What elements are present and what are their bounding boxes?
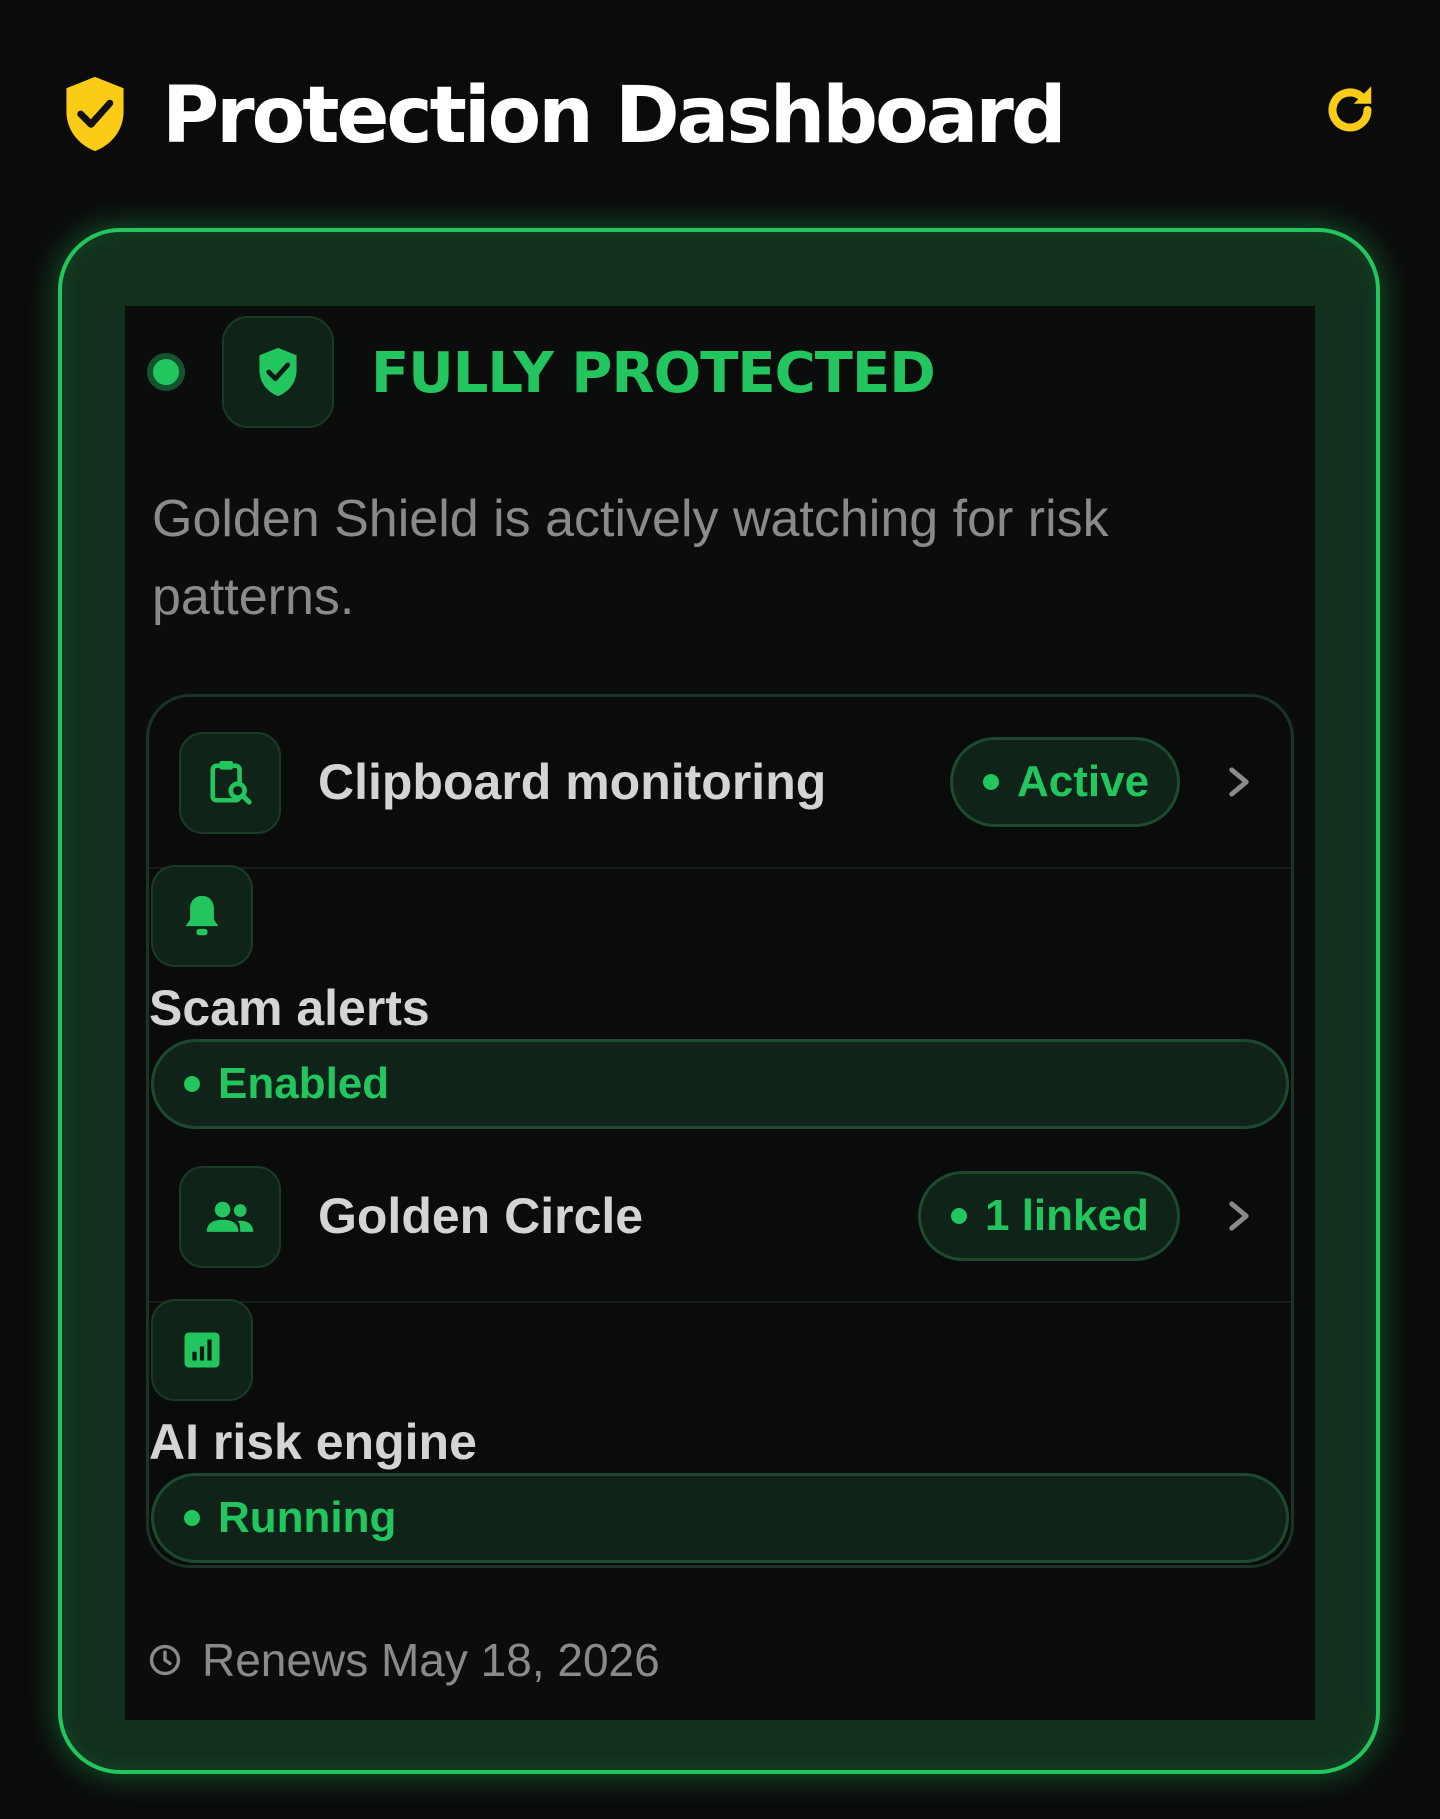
status-badge: 1 linked xyxy=(918,1171,1180,1261)
people-icon xyxy=(206,1201,254,1232)
feature-row-scam-alerts[interactable]: Scam alerts Enabled xyxy=(149,865,1291,1133)
feature-row-ai-risk-engine[interactable]: AI risk engine Running xyxy=(149,1299,1291,1567)
feature-icon-box xyxy=(151,1299,253,1401)
renewal-date: Renews May 18, 2026 xyxy=(202,1634,660,1686)
feature-label: Clipboard monitoring xyxy=(318,754,827,810)
feature-row-golden-circle[interactable]: Golden Circle 1 linked xyxy=(149,1131,1291,1303)
status-icon-box xyxy=(222,316,334,428)
feature-label: Scam alerts xyxy=(149,980,430,1036)
clock-icon xyxy=(149,1644,181,1676)
chevron-right-icon xyxy=(1229,1201,1249,1231)
analytics-icon xyxy=(184,1332,220,1368)
feature-icon-box xyxy=(179,1166,281,1268)
badge-text: Running xyxy=(218,1493,397,1542)
renewal-info: Renews May 18, 2026 xyxy=(148,1630,660,1690)
badge-text: Enabled xyxy=(218,1059,390,1108)
feature-label: AI risk engine xyxy=(149,1414,477,1470)
feature-row-clipboard-monitoring[interactable]: Clipboard monitoring Active xyxy=(149,697,1291,869)
feature-icon-box xyxy=(179,732,281,834)
refresh-icon[interactable] xyxy=(1320,80,1380,140)
status-badge: Enabled xyxy=(151,1039,1289,1129)
badge-dot xyxy=(983,774,999,790)
shield-check-icon xyxy=(66,76,124,152)
status-title: FULLY PROTECTED xyxy=(371,341,936,406)
badge-text: Active xyxy=(1017,757,1150,806)
badge-dot xyxy=(951,1208,967,1224)
page-title: Protection Dashboard xyxy=(162,71,1067,161)
clipboard-search-icon xyxy=(210,760,252,805)
badge-text: 1 linked xyxy=(985,1191,1149,1240)
feature-icon-box xyxy=(151,865,253,967)
badge-dot xyxy=(184,1076,200,1092)
shield-check-icon xyxy=(259,347,297,397)
status-indicator-dot xyxy=(147,353,185,391)
status-description: Golden Shield is actively watching for r… xyxy=(152,490,1109,626)
bell-icon xyxy=(185,895,219,936)
status-badge: Active xyxy=(950,737,1181,827)
chevron-right-icon xyxy=(1229,767,1249,797)
badge-dot xyxy=(184,1510,200,1526)
feature-label: Golden Circle xyxy=(318,1188,644,1244)
app-header: Protection Dashboard xyxy=(0,0,1440,230)
status-badge: Running xyxy=(151,1473,1289,1563)
